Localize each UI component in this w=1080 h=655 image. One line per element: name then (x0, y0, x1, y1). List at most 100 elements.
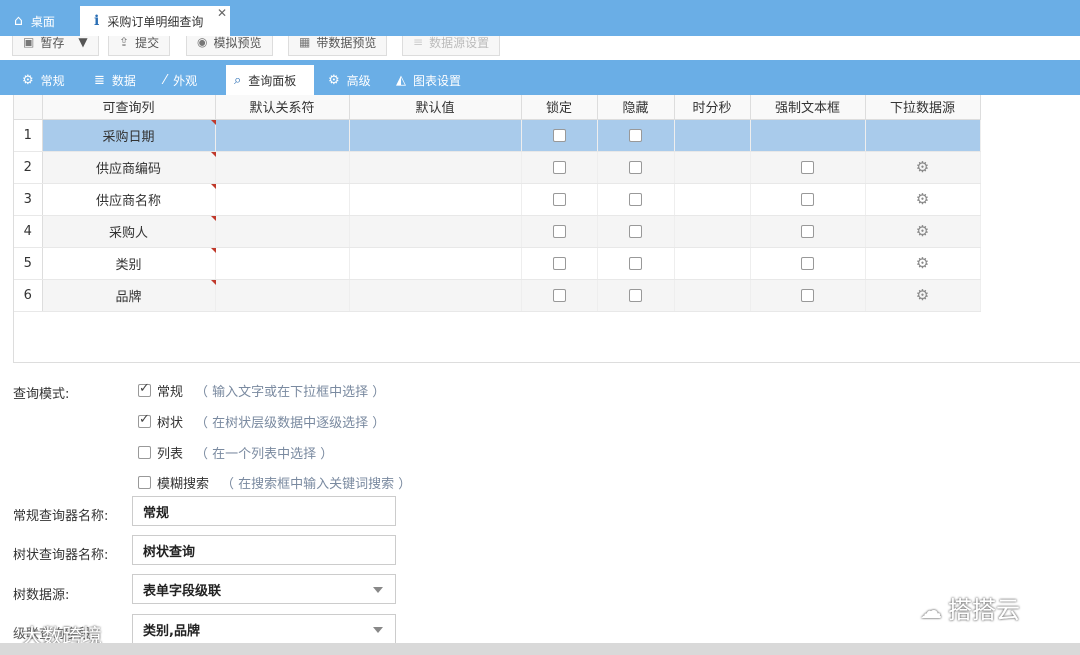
default-value-cell[interactable] (349, 151, 522, 184)
operator-cell[interactable] (215, 215, 350, 248)
locked-checkbox[interactable] (552, 160, 566, 174)
gear-icon[interactable]: ⚙ (916, 190, 929, 208)
mode-fuzzy-checkbox[interactable] (138, 476, 151, 489)
time-cell[interactable] (674, 151, 751, 184)
time-cell[interactable] (674, 215, 751, 248)
tab-appearance[interactable]: ⁄ 外观 (156, 65, 205, 95)
operator-cell[interactable] (215, 119, 350, 152)
close-icon[interactable]: ✕ (217, 6, 227, 20)
table-row[interactable]: 6 品牌 ⚙ (14, 279, 981, 312)
time-cell[interactable] (674, 247, 751, 280)
tab-query-panel[interactable]: ⌕ 查询面板 (226, 65, 314, 95)
column-header[interactable]: 强制文本框 (750, 95, 866, 120)
locked-checkbox[interactable] (552, 128, 566, 142)
tab-appearance-label: 外观 (173, 73, 198, 88)
cascade-field-select[interactable]: 类别,品牌 (132, 614, 396, 644)
table-row[interactable]: 5 类别 ⚙ (14, 247, 981, 280)
time-cell[interactable] (674, 279, 751, 312)
save-draft-button[interactable]: ▣ 暂存 ▼ (12, 36, 99, 56)
column-name-cell[interactable]: 供应商编码 (42, 151, 216, 184)
gear-icon: ⚙ (22, 72, 34, 88)
default-value-cell[interactable] (349, 247, 522, 280)
row-number: 4 (14, 215, 43, 248)
operator-cell[interactable] (215, 279, 350, 312)
column-header[interactable]: 下拉数据源 (865, 95, 981, 120)
time-cell[interactable] (674, 119, 751, 152)
horizontal-scrollbar[interactable] (0, 643, 1080, 655)
column-name-cell[interactable]: 采购日期 (42, 119, 216, 152)
locked-cell (521, 247, 598, 280)
column-header[interactable]: 默认关系符 (215, 95, 350, 120)
locked-cell (521, 215, 598, 248)
default-value-cell[interactable] (349, 183, 522, 216)
operator-cell[interactable] (215, 151, 350, 184)
top-tab-bar: ⌂ 桌面 i 采购订单明细查询 ✕ (0, 0, 1080, 36)
hidden-checkbox[interactable] (629, 224, 642, 238)
simulate-preview-button[interactable]: ◉ 模拟预览 (186, 36, 273, 56)
force-text-checkbox[interactable] (801, 160, 814, 174)
mode-normal-checkbox[interactable] (138, 381, 151, 397)
operator-cell[interactable] (215, 247, 350, 280)
column-name-cell[interactable]: 采购人 (42, 215, 216, 248)
row-number: 3 (14, 183, 43, 216)
default-value-cell[interactable] (349, 215, 522, 248)
tree-query-name-input[interactable]: 树状查询 (132, 535, 396, 565)
mode-tree-checkbox[interactable] (138, 412, 151, 428)
submit-button[interactable]: ⇪ 提交 (108, 36, 171, 56)
column-name: 采购人 (108, 225, 148, 241)
datasource-settings-label: 数据源设置 (429, 36, 490, 50)
column-header[interactable]: 默认值 (349, 95, 522, 120)
wechat-icon: ☁ (920, 599, 942, 624)
force-text-checkbox[interactable] (801, 192, 814, 206)
table-row[interactable]: 2 供应商编码 ⚙ (14, 151, 981, 184)
mode-option-tree[interactable]: 树状 （ 在树状层级数据中逐级选择 ） (138, 412, 385, 431)
column-name-cell[interactable]: 类别 (42, 247, 216, 280)
tab-general[interactable]: ⚙ 常规 (14, 65, 73, 95)
locked-checkbox[interactable] (552, 192, 566, 206)
hidden-checkbox[interactable] (629, 256, 642, 270)
force-text-checkbox[interactable] (801, 288, 814, 302)
default-value-cell[interactable] (349, 279, 522, 312)
locked-checkbox[interactable] (552, 224, 566, 238)
locked-cell (521, 151, 598, 184)
column-header[interactable]: 可查询列 (42, 95, 216, 120)
gear-icon[interactable]: ⚙ (916, 222, 929, 240)
data-preview-button[interactable]: ▦ 带数据预览 (288, 36, 388, 56)
column-header[interactable]: 隐藏 (597, 95, 675, 120)
gear-icon[interactable]: ⚙ (916, 158, 929, 176)
hidden-checkbox[interactable] (629, 160, 642, 174)
column-name-cell[interactable]: 品牌 (42, 279, 216, 312)
normal-query-name-input[interactable]: 常规 (132, 496, 396, 526)
tab-desktop[interactable]: ⌂ 桌面 (14, 6, 55, 36)
gear-icon[interactable]: ⚙ (916, 254, 929, 272)
table-row[interactable]: 3 供应商名称 ⚙ (14, 183, 981, 216)
datasource-settings-button[interactable]: ≡ 数据源设置 (402, 36, 501, 56)
hidden-checkbox[interactable] (629, 288, 642, 302)
force-text-cell (750, 119, 866, 152)
gear-icon[interactable]: ⚙ (916, 286, 929, 304)
mode-option-fuzzy[interactable]: 模糊搜索 （ 在搜索框中输入关键词搜索 ） (138, 473, 411, 492)
force-text-checkbox[interactable] (801, 256, 814, 270)
tab-purchase-order-query[interactable]: i 采购订单明细查询 ✕ (80, 6, 230, 36)
table-row[interactable]: 4 采购人 ⚙ (14, 215, 981, 248)
tab-advanced[interactable]: ⚙ 高级 (320, 65, 379, 95)
tree-datasource-select[interactable]: 表单字段级联 (132, 574, 396, 604)
operator-cell[interactable] (215, 183, 350, 216)
table-row[interactable]: 1 采购日期 (14, 119, 981, 152)
column-header[interactable]: 锁定 (521, 95, 598, 120)
hidden-checkbox[interactable] (629, 128, 642, 142)
column-name-cell[interactable]: 供应商名称 (42, 183, 216, 216)
default-value-cell[interactable] (349, 119, 522, 152)
time-cell[interactable] (674, 183, 751, 216)
mode-list-checkbox[interactable] (138, 446, 151, 459)
mode-option-normal[interactable]: 常规 （ 输入文字或在下拉框中选择 ） (138, 381, 385, 400)
tab-data[interactable]: ≣ 数据 (86, 65, 144, 95)
upload-icon: ⇪ (119, 36, 130, 49)
locked-checkbox[interactable] (552, 288, 566, 302)
force-text-checkbox[interactable] (801, 224, 814, 238)
tab-chart-settings[interactable]: ◭ 图表设置 (388, 65, 469, 95)
hidden-checkbox[interactable] (629, 192, 642, 206)
locked-checkbox[interactable] (552, 256, 566, 270)
column-header[interactable]: 时分秒 (674, 95, 751, 120)
mode-option-list[interactable]: 列表 （ 在一个列表中选择 ） (138, 443, 333, 462)
